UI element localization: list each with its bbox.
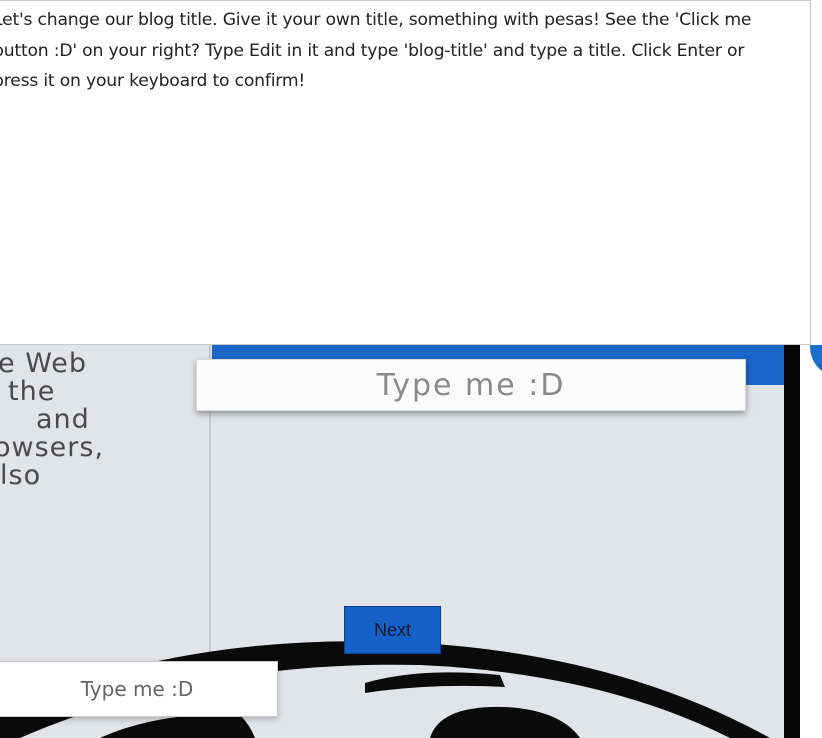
bottom-text-input[interactable]: Type me :D	[0, 661, 278, 717]
left-text-line-3: and	[36, 404, 90, 435]
instruction-text: Let's change our blog title. Give it you…	[0, 10, 752, 91]
tutorial-screenshot: e Web the and owsers, lso Type me :D Nex…	[0, 345, 822, 738]
right-margin	[800, 345, 822, 738]
instruction-panel: Let's change our blog title. Give it you…	[0, 0, 811, 345]
left-text-line-2: the	[8, 376, 56, 407]
left-text-line-1: e Web	[0, 348, 88, 379]
left-text-line-5: lso	[0, 460, 42, 491]
main-text-input[interactable]: Type me :D	[196, 359, 746, 411]
left-panel-text: e Web the and owsers, lso	[0, 350, 218, 490]
left-text-line-4: owsers,	[0, 432, 105, 463]
next-button[interactable]: Next	[344, 606, 441, 654]
